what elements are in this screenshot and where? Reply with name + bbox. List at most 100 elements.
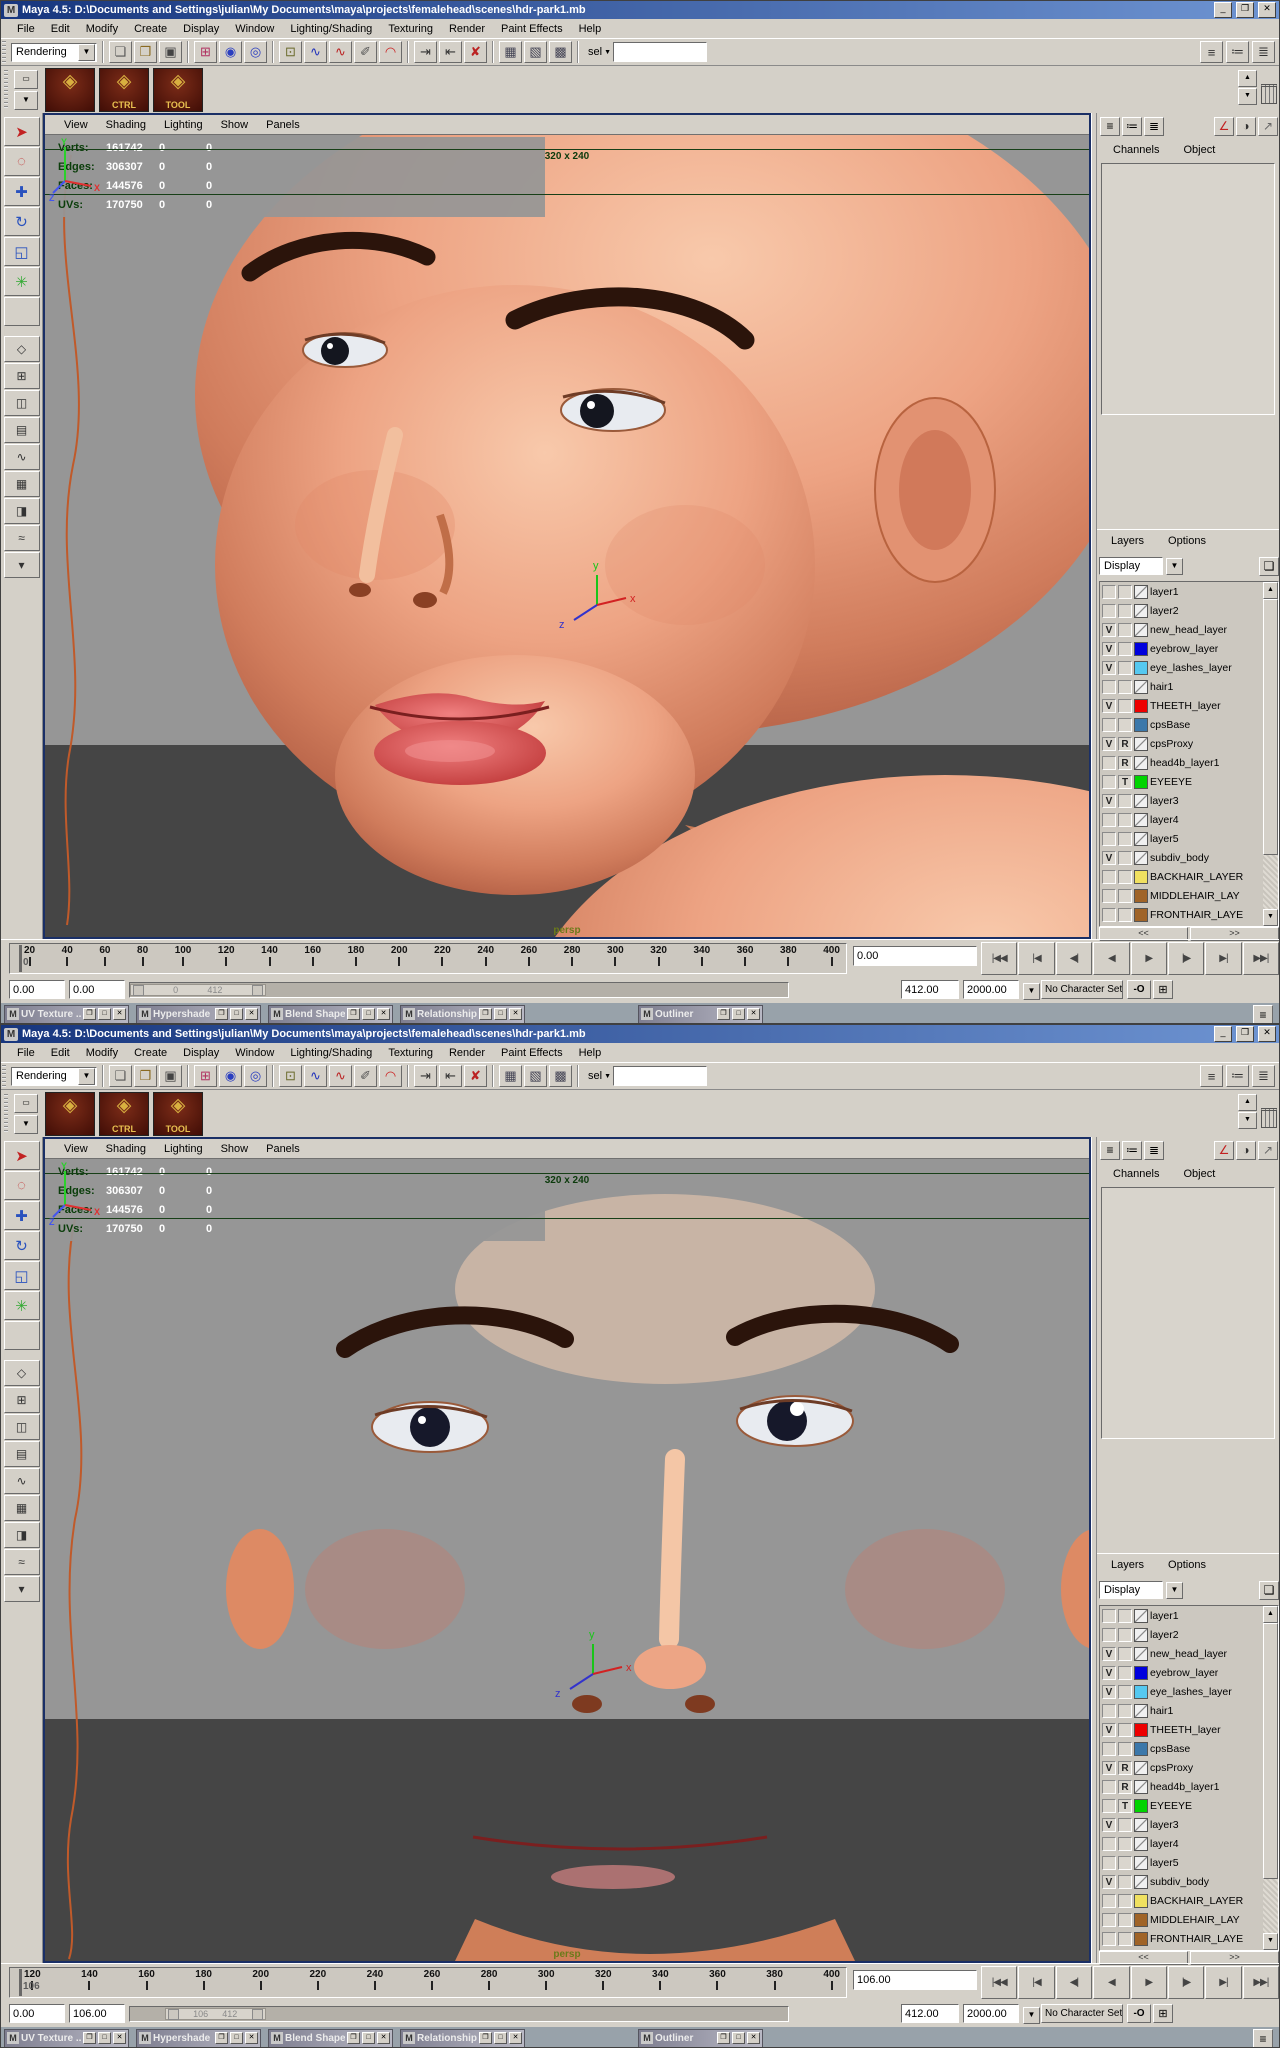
layer-row[interactable]: cpsBase (1100, 1739, 1263, 1758)
range-handle-right[interactable] (252, 985, 263, 996)
shelf-button[interactable]: ◈ TOOL (153, 68, 203, 112)
playback-button[interactable]: |◀◀ (981, 942, 1017, 975)
layer-color-swatch[interactable] (1134, 1609, 1148, 1623)
menu-item[interactable]: Render (441, 1045, 493, 1061)
menu-item[interactable]: Window (227, 1045, 282, 1061)
minimized-window[interactable]: M Relationship... ❐ □ ✕ (400, 1005, 525, 1024)
layer-visibility-toggle[interactable] (1102, 908, 1116, 922)
close-icon[interactable]: ✕ (747, 1008, 760, 1020)
layer-color-swatch[interactable] (1134, 1685, 1148, 1699)
layout-button[interactable]: ≈ (4, 1549, 40, 1575)
minimized-window[interactable]: M Relationship... ❐ □ ✕ (400, 2029, 525, 2048)
layer-name[interactable]: layer2 (1150, 1629, 1179, 1641)
tool-button[interactable]: ✳ (4, 1291, 40, 1320)
playback-options-icon[interactable]: ⊞ (1153, 980, 1173, 999)
status-icon[interactable]: ∿ (329, 41, 352, 63)
character-set-arrow-icon[interactable]: ▼ (1023, 983, 1040, 1000)
layer-type-toggle[interactable] (1118, 1666, 1132, 1680)
layer-color-swatch[interactable] (1134, 1742, 1148, 1756)
layer-visibility-toggle[interactable] (1102, 1799, 1116, 1813)
playback-button[interactable]: ◀ (1093, 1966, 1129, 1999)
playback-button[interactable]: |▶ (1168, 942, 1204, 975)
status-icon[interactable]: ⊡ (279, 1065, 302, 1087)
layer-color-swatch[interactable] (1134, 1704, 1148, 1718)
layer-visibility-toggle[interactable] (1102, 756, 1116, 770)
layer-name[interactable]: cpsBase (1150, 1743, 1190, 1755)
layer-visibility-toggle[interactable]: V (1102, 1666, 1116, 1680)
layer-color-swatch[interactable] (1134, 1837, 1148, 1851)
layers-menu-item[interactable]: Layers (1101, 1557, 1154, 1573)
layout-button[interactable]: ◇ (4, 336, 40, 362)
tool-button[interactable]: ↻ (4, 207, 40, 236)
chevron-down-icon[interactable]: ▼ (1166, 558, 1183, 575)
layer-name[interactable]: layer3 (1150, 1819, 1179, 1831)
status-icon[interactable]: ❒ (134, 1065, 157, 1087)
status-icon[interactable]: ◠ (379, 1065, 402, 1087)
layer-visibility-toggle[interactable] (1102, 604, 1116, 618)
new-layer-icon[interactable]: ❏ (1259, 1581, 1279, 1600)
layer-name[interactable]: BACKHAIR_LAYER (1150, 1895, 1243, 1907)
status-icon[interactable]: ⇤ (439, 41, 462, 63)
shelf-menu-arrow-icon[interactable]: ▼ (14, 91, 38, 110)
layer-name[interactable]: eye_lashes_layer (1150, 662, 1232, 674)
layer-color-swatch[interactable] (1134, 870, 1148, 884)
layer-type-toggle[interactable] (1118, 1647, 1132, 1661)
menu-item[interactable]: Texturing (380, 21, 441, 37)
scroll-up-icon[interactable]: ▲ (1263, 1606, 1278, 1623)
layer-type-toggle[interactable] (1118, 680, 1132, 694)
manip-icon[interactable]: ∠ (1214, 117, 1234, 136)
layer-color-swatch[interactable] (1134, 699, 1148, 713)
new-layer-icon[interactable]: ❏ (1259, 557, 1279, 576)
layer-row[interactable]: R head4b_layer1 (1100, 1777, 1263, 1796)
timeline-strip[interactable]: 2040608010012014016018020022024026028030… (9, 943, 847, 974)
layer-type-toggle[interactable]: R (1118, 756, 1132, 770)
layer-name[interactable]: new_head_layer (1150, 1648, 1227, 1660)
playback-options-icon[interactable]: ⊞ (1153, 2004, 1173, 2023)
layer-type-toggle[interactable] (1118, 1628, 1132, 1642)
maximize-icon[interactable]: □ (494, 2032, 507, 2044)
shelf-scroll-up-icon[interactable]: ▲ (1238, 70, 1257, 87)
chevron-down-icon[interactable]: ▼ (604, 49, 611, 56)
quick-select-input[interactable] (613, 1066, 707, 1086)
playback-button[interactable]: |◀ (1018, 1966, 1054, 1999)
layer-row[interactable]: V eye_lashes_layer (1100, 658, 1263, 677)
layer-row[interactable]: layer2 (1100, 1625, 1263, 1644)
layer-row[interactable]: cpsBase (1100, 715, 1263, 734)
menu-item[interactable]: Render (441, 21, 493, 37)
layout-button[interactable]: ◨ (4, 498, 40, 524)
layer-type-toggle[interactable] (1118, 1837, 1132, 1851)
status-icon[interactable]: ⇤ (439, 1065, 462, 1087)
layer-name[interactable]: THEETH_layer (1150, 700, 1221, 712)
layer-name[interactable]: head4b_layer1 (1150, 1781, 1219, 1793)
status-icon[interactable]: ∿ (304, 41, 327, 63)
layer-type-toggle[interactable] (1118, 870, 1132, 884)
status-icon[interactable]: ✘ (464, 41, 487, 63)
maximize-icon[interactable]: □ (230, 1008, 243, 1020)
anim-start-field[interactable] (9, 2004, 65, 2023)
layout-button[interactable]: ∿ (4, 444, 40, 470)
menu-item[interactable]: Texturing (380, 1045, 441, 1061)
chevron-down-icon[interactable]: ▼ (78, 44, 95, 61)
manip-icon[interactable]: ↗ (1258, 117, 1278, 136)
menu-item[interactable]: Window (227, 21, 282, 37)
layer-visibility-toggle[interactable] (1102, 775, 1116, 789)
menu-item[interactable]: Lighting/Shading (282, 1045, 380, 1061)
layer-row[interactable]: T EYEEYE (1100, 1796, 1263, 1815)
layer-row[interactable]: layer1 (1100, 1606, 1263, 1625)
channel-mode-icon[interactable]: ≣ (1144, 1141, 1164, 1160)
menu-item[interactable]: Modify (78, 1045, 126, 1061)
restore-icon[interactable]: ❐ (83, 2032, 96, 2044)
character-set-label[interactable]: No Character Set (1041, 980, 1123, 999)
layer-type-toggle[interactable] (1118, 642, 1132, 656)
playback-button[interactable]: ▶| (1205, 1966, 1241, 1999)
restore-button[interactable]: ❐ (1236, 2, 1254, 18)
channel-box-tab[interactable]: Channels (1103, 1166, 1169, 1182)
status-icon[interactable]: ∿ (329, 1065, 352, 1087)
status-icon[interactable]: ⇥ (414, 41, 437, 63)
render-icon[interactable]: ▧ (524, 41, 547, 63)
layer-type-toggle[interactable] (1118, 1856, 1132, 1870)
chevron-down-icon[interactable]: ▼ (1166, 1582, 1183, 1599)
layer-visibility-toggle[interactable] (1102, 1704, 1116, 1718)
menu-item[interactable]: Paint Effects (493, 1045, 571, 1061)
playback-button[interactable]: |▶ (1168, 1966, 1204, 1999)
